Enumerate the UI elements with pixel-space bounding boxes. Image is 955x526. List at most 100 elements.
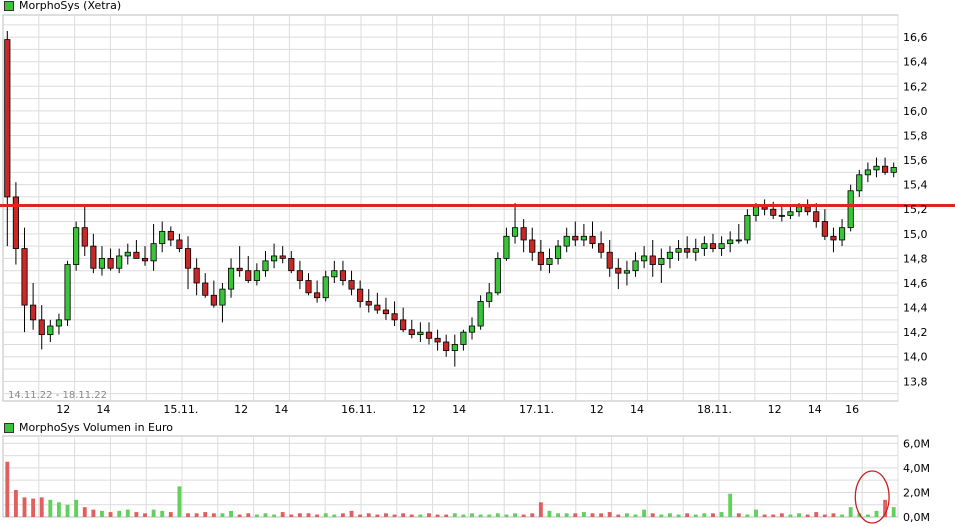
volume-bar <box>254 514 259 517</box>
candle-body <box>305 280 312 294</box>
candle-body <box>882 165 889 173</box>
volume-bar <box>263 513 268 517</box>
candle-body <box>503 235 510 259</box>
volume-bar <box>375 514 380 517</box>
candle-body <box>460 331 467 345</box>
candle-body <box>81 227 88 247</box>
candle-body <box>425 331 433 339</box>
price-x-tick-label: 14 <box>630 403 644 416</box>
candle-body <box>133 251 140 259</box>
volume-bar <box>211 513 216 517</box>
candle-body <box>744 214 751 241</box>
volume-bar <box>521 514 526 517</box>
candle-body <box>30 304 37 321</box>
price-x-tick-label: 12 <box>412 403 426 416</box>
volume-bar <box>289 514 294 517</box>
volume-bar <box>822 514 827 517</box>
candle-body <box>391 313 398 321</box>
price-chart-title: MorphoSys (Xetra) <box>19 0 122 12</box>
candle-body <box>382 309 390 315</box>
candle-body <box>468 325 476 333</box>
candle-body <box>821 221 828 237</box>
candle-body <box>167 230 174 241</box>
volume-chart-title: MorphoSys Volumen in Euro <box>19 421 173 434</box>
candle-body <box>546 258 553 265</box>
volume-bar <box>151 509 156 517</box>
candle-body <box>735 239 742 242</box>
candle-body <box>598 243 605 253</box>
candle-body <box>692 248 699 253</box>
price-y-tick-label: 15,8 <box>903 129 928 142</box>
candle-body <box>21 248 28 306</box>
candle-body <box>778 214 785 217</box>
volume-bar <box>366 513 371 517</box>
candle-body <box>795 206 803 213</box>
volume-bar <box>427 513 431 517</box>
candle-body <box>141 258 149 262</box>
volume-bar <box>797 513 801 517</box>
volume-bar <box>409 514 414 517</box>
volume-y-tick-label: 0,0M <box>903 511 930 524</box>
volume-bar <box>246 513 251 517</box>
volume-bar <box>203 512 208 517</box>
candle-body <box>830 235 837 241</box>
volume-y-tick-label: 2,0M <box>903 486 930 499</box>
volume-bar <box>754 509 758 517</box>
price-x-tick-label: 16 <box>845 403 859 416</box>
candle-body <box>262 260 269 272</box>
volume-bar <box>848 507 853 517</box>
volume-bar <box>556 513 561 517</box>
candle-body <box>150 243 157 262</box>
volume-bar <box>719 512 724 517</box>
candle-body <box>856 174 863 192</box>
price-legend: MorphoSys (Xetra) <box>4 0 121 12</box>
volume-bar <box>616 514 621 517</box>
price-y-tick-label: 13,8 <box>903 375 928 388</box>
candle-body <box>666 251 674 259</box>
volume-bar <box>358 514 363 517</box>
candle-body <box>64 264 71 321</box>
volume-bar <box>607 512 612 517</box>
candle-body <box>271 255 278 262</box>
price-y-tick-label: 15,2 <box>903 203 928 216</box>
volume-bar <box>840 514 844 517</box>
candle-body <box>176 239 183 249</box>
candle-body <box>202 282 209 296</box>
price-y-tick-label: 16,0 <box>903 105 928 118</box>
volume-bar <box>117 510 122 517</box>
volume-bar <box>762 514 767 517</box>
volume-bar <box>82 507 87 517</box>
candle-body <box>684 248 691 253</box>
volume-bar <box>194 513 199 517</box>
volume-bar <box>711 513 715 517</box>
volume-bar <box>392 514 397 517</box>
volume-bar <box>237 514 242 517</box>
volume-bar <box>229 510 233 517</box>
volume-y-tick-label: 6,0M <box>903 437 930 450</box>
candle-body <box>511 227 519 237</box>
candle-body <box>529 239 536 253</box>
candle-body <box>838 227 846 241</box>
price-y-tick-label: 15,6 <box>903 154 928 167</box>
volume-bar <box>125 509 130 517</box>
candle-body <box>314 292 321 299</box>
volume-bar <box>461 514 466 517</box>
volume-bar <box>452 513 457 517</box>
volume-bar <box>143 513 147 517</box>
volume-bar <box>650 513 655 517</box>
price-x-tick-label: 14 <box>274 403 288 416</box>
volume-bar <box>323 513 328 517</box>
candle-body <box>184 248 192 269</box>
volume-bar <box>418 514 423 517</box>
candle-body <box>563 235 570 247</box>
candle-body <box>477 301 484 327</box>
volume-bar <box>745 514 750 517</box>
candle-body <box>709 243 717 249</box>
volume-bar <box>31 498 36 517</box>
price-x-axis: 12 14 15.11. 12 14 16.11. 12 14 17.11. 12 14 18.11.… <box>56 403 859 416</box>
candle-body <box>417 331 424 336</box>
price-x-tick-label: 14 <box>452 403 466 416</box>
candle-body <box>193 267 200 284</box>
price-y-tick-label: 15,0 <box>903 228 928 241</box>
volume-bar <box>100 510 104 517</box>
